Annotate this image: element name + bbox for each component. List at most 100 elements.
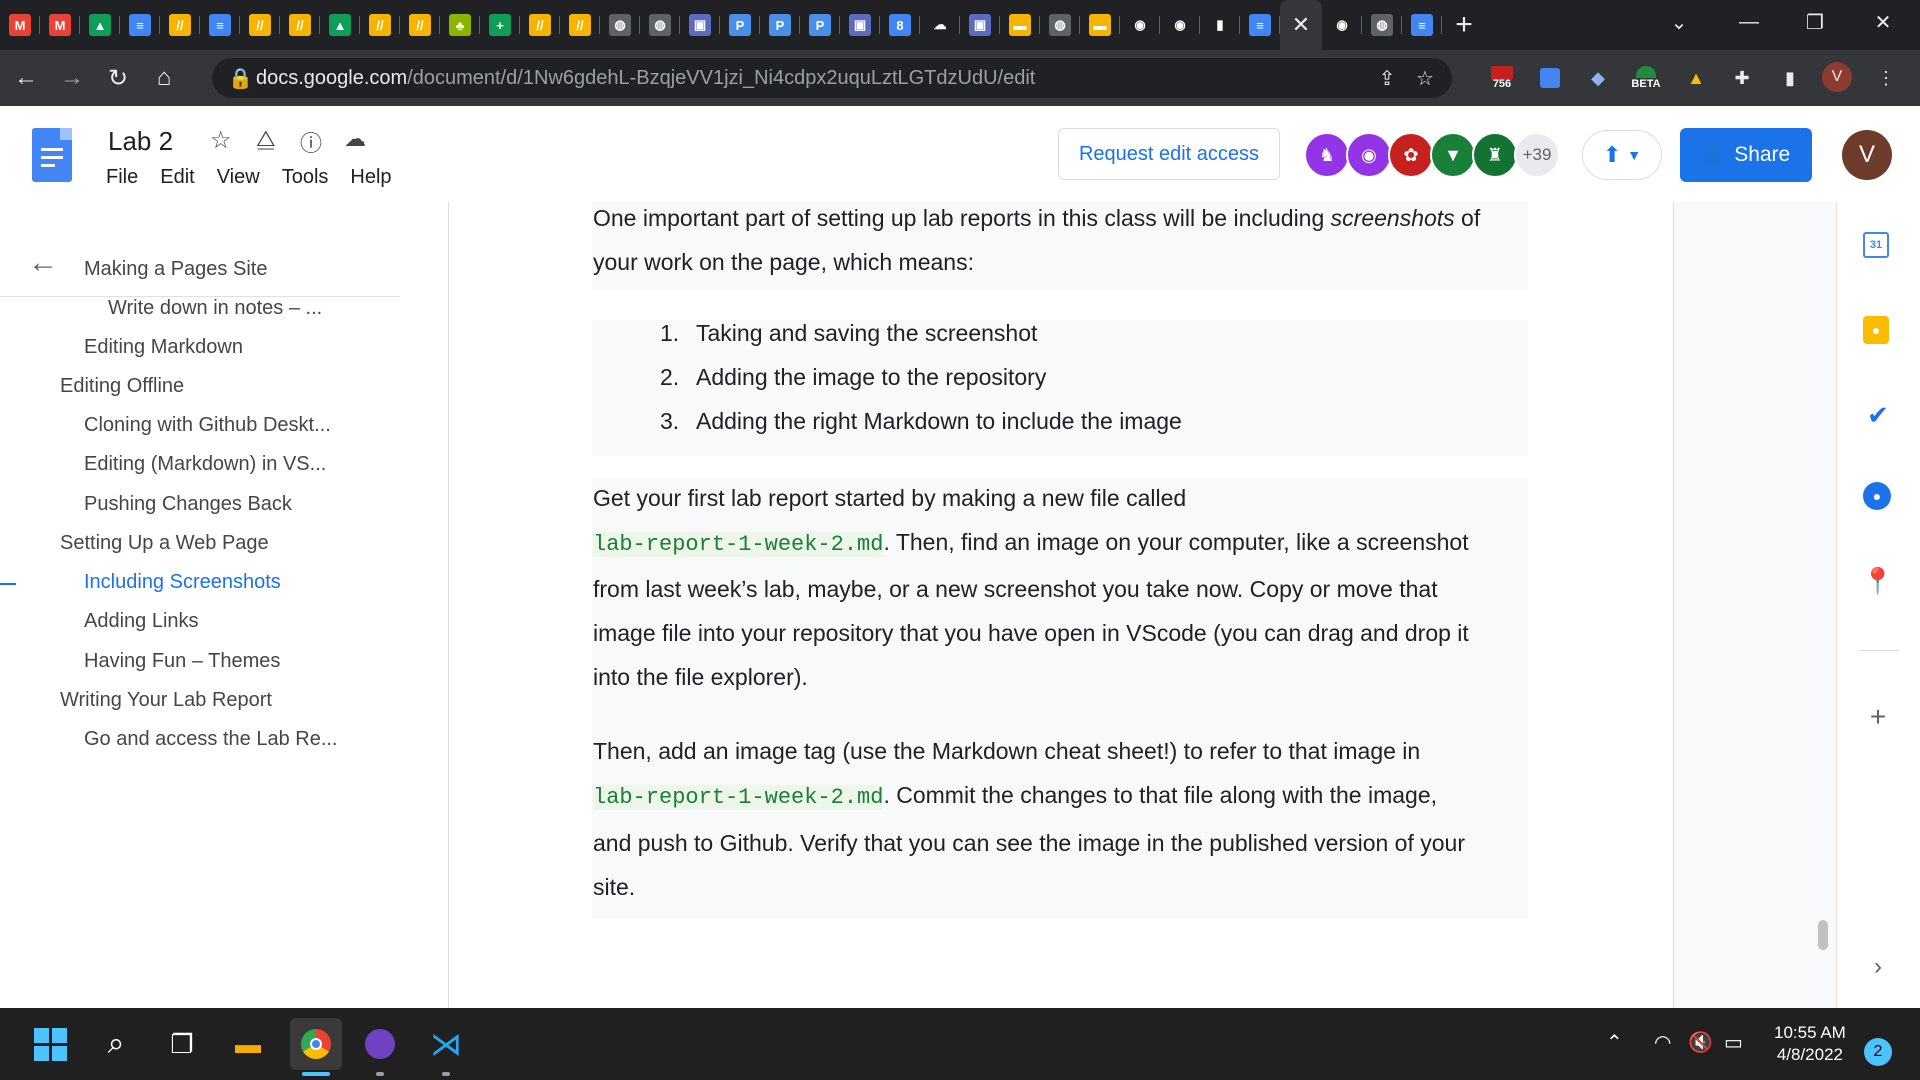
- contacts-icon[interactable]: ●: [1863, 482, 1891, 510]
- new-tab-button[interactable]: +: [1442, 0, 1486, 50]
- profile-avatar[interactable]: V: [1822, 62, 1852, 92]
- outline-heading[interactable]: Setting Up a Web Page: [60, 532, 269, 555]
- browser-tab[interactable]: //: [360, 0, 400, 50]
- expand-panel-icon[interactable]: ›: [1863, 952, 1893, 982]
- browser-tab[interactable]: P: [760, 0, 800, 50]
- browser-tab[interactable]: //: [280, 0, 320, 50]
- address-bar[interactable]: 🔒 docs.google.com/document/d/1Nw6gdehL-B…: [212, 58, 1452, 98]
- reload-icon[interactable]: ↻: [98, 58, 138, 98]
- browser-tab[interactable]: ▲: [320, 0, 360, 50]
- browser-tab[interactable]: +: [480, 0, 520, 50]
- outline-heading[interactable]: Making a Pages Site: [84, 258, 267, 281]
- tasks-icon[interactable]: ✔: [1863, 400, 1893, 430]
- request-edit-access-button[interactable]: Request edit access: [1058, 128, 1280, 180]
- close-tab-icon[interactable]: ✕: [1292, 12, 1310, 38]
- lock-icon[interactable]: 🔒: [228, 66, 256, 91]
- browser-tab[interactable]: //: [560, 0, 600, 50]
- browser-tab[interactable]: ≡: [120, 0, 160, 50]
- add-addon-icon[interactable]: +: [1863, 701, 1893, 732]
- file-explorer-icon[interactable]: ▬: [226, 1022, 270, 1066]
- home-icon[interactable]: ⌂: [144, 58, 184, 98]
- start-windows-icon[interactable]: [28, 1022, 72, 1066]
- outline-heading[interactable]: Editing Offline: [60, 375, 184, 398]
- forward-icon[interactable]: →: [52, 58, 92, 98]
- browser-tab[interactable]: ◍: [1362, 0, 1402, 50]
- menu-item-file[interactable]: File: [106, 166, 138, 189]
- move-to-drive-icon[interactable]: ⧋: [256, 126, 276, 152]
- volume-muted-icon[interactable]: 🔇: [1688, 1030, 1713, 1055]
- menu-item-edit[interactable]: Edit: [160, 166, 194, 189]
- tab-search-icon[interactable]: ⌄: [1646, 0, 1712, 44]
- close-window-icon[interactable]: ✕: [1850, 0, 1916, 44]
- beta-extension-icon[interactable]: BETA: [1630, 62, 1662, 94]
- task-view-icon[interactable]: ❐: [160, 1022, 204, 1066]
- more-collaborators[interactable]: +39: [1514, 132, 1560, 178]
- menu-item-help[interactable]: Help: [350, 166, 391, 189]
- outline-heading[interactable]: Pushing Changes Back: [84, 493, 292, 516]
- active-tab[interactable]: ✕: [1280, 0, 1322, 50]
- browser-tab[interactable]: ≡: [200, 0, 240, 50]
- browser-tab[interactable]: //: [400, 0, 440, 50]
- calendar-icon[interactable]: 31: [1863, 232, 1889, 258]
- browser-tab[interactable]: ◉: [1322, 0, 1362, 50]
- minimize-icon[interactable]: —: [1716, 0, 1782, 44]
- maps-icon[interactable]: 📍: [1862, 566, 1894, 596]
- browser-tab[interactable]: //: [160, 0, 200, 50]
- bookmark-star-icon[interactable]: ☆: [1406, 66, 1444, 91]
- share-page-icon[interactable]: ⇪: [1368, 66, 1406, 91]
- cloud-status-icon[interactable]: ☁: [344, 126, 366, 152]
- outline-heading[interactable]: Including Screenshots: [84, 571, 281, 594]
- github-desktop-icon[interactable]: [358, 1022, 402, 1066]
- collaborator-avatar[interactable]: ▼: [1430, 132, 1476, 178]
- tray-overflow-chevron-icon[interactable]: ⌃: [1606, 1030, 1623, 1055]
- menu-item-tools[interactable]: Tools: [282, 166, 329, 189]
- present-button[interactable]: ⬆ ▼: [1582, 130, 1662, 180]
- browser-tab[interactable]: P: [800, 0, 840, 50]
- browser-tab[interactable]: ▣: [840, 0, 880, 50]
- info-icon[interactable]: ⓘ: [300, 126, 322, 158]
- browser-tab[interactable]: ◉: [1120, 0, 1160, 50]
- browser-tab[interactable]: 8: [880, 0, 920, 50]
- browser-tab[interactable]: //: [240, 0, 280, 50]
- scrollbar-thumb[interactable]: [1818, 920, 1828, 950]
- account-avatar[interactable]: V: [1842, 130, 1892, 180]
- collaborator-avatar[interactable]: ♜: [1472, 132, 1518, 178]
- extensions-puzzle-icon[interactable]: ✚: [1726, 62, 1758, 94]
- chrome-taskbar-icon[interactable]: [290, 1018, 342, 1070]
- extension-icon[interactable]: [1534, 62, 1566, 94]
- outline-heading[interactable]: Adding Links: [84, 610, 199, 633]
- browser-tab[interactable]: //: [520, 0, 560, 50]
- browser-tab[interactable]: ▣: [960, 0, 1000, 50]
- side-panel-icon[interactable]: ▮: [1774, 62, 1806, 94]
- back-icon[interactable]: ←: [6, 58, 46, 98]
- browser-tab[interactable]: ▬: [1080, 0, 1120, 50]
- browser-tab[interactable]: ▬: [1000, 0, 1040, 50]
- ublock-extension-icon[interactable]: 756: [1486, 62, 1518, 94]
- browser-tab[interactable]: ▣: [680, 0, 720, 50]
- document-title[interactable]: Lab 2: [108, 126, 173, 157]
- close-outline-arrow-icon[interactable]: ←: [28, 246, 58, 280]
- browser-tab[interactable]: ◍: [600, 0, 640, 50]
- outline-heading[interactable]: Go and access the Lab Re...: [84, 728, 338, 751]
- collaborator-avatar[interactable]: ◉: [1346, 132, 1392, 178]
- outline-heading[interactable]: Having Fun – Themes: [84, 650, 280, 673]
- search-icon[interactable]: ⌕: [94, 1022, 138, 1066]
- collaborator-avatar[interactable]: ✿: [1388, 132, 1434, 178]
- vscode-icon[interactable]: ⋊: [424, 1022, 468, 1066]
- browser-tab[interactable]: ◍: [640, 0, 680, 50]
- collaborator-avatar[interactable]: ♞: [1304, 132, 1350, 178]
- browser-tab[interactable]: ◍: [1040, 0, 1080, 50]
- browser-tab[interactable]: M: [0, 0, 40, 50]
- restore-icon[interactable]: ❐: [1782, 0, 1848, 44]
- notification-badge[interactable]: 2: [1864, 1038, 1892, 1066]
- browser-tab[interactable]: ≡: [1240, 0, 1280, 50]
- docs-logo-icon[interactable]: [32, 128, 72, 182]
- outline-heading[interactable]: Editing (Markdown) in VS...: [84, 453, 326, 476]
- outline-heading[interactable]: Write down in notes – ...: [108, 297, 322, 320]
- diamond-extension-icon[interactable]: ◆: [1582, 62, 1614, 94]
- menu-item-view[interactable]: View: [217, 166, 260, 189]
- outline-heading[interactable]: Writing Your Lab Report: [60, 689, 272, 712]
- wifi-icon[interactable]: ◠: [1654, 1030, 1671, 1055]
- browser-tab[interactable]: P: [720, 0, 760, 50]
- share-button[interactable]: 👤 Share: [1680, 128, 1812, 182]
